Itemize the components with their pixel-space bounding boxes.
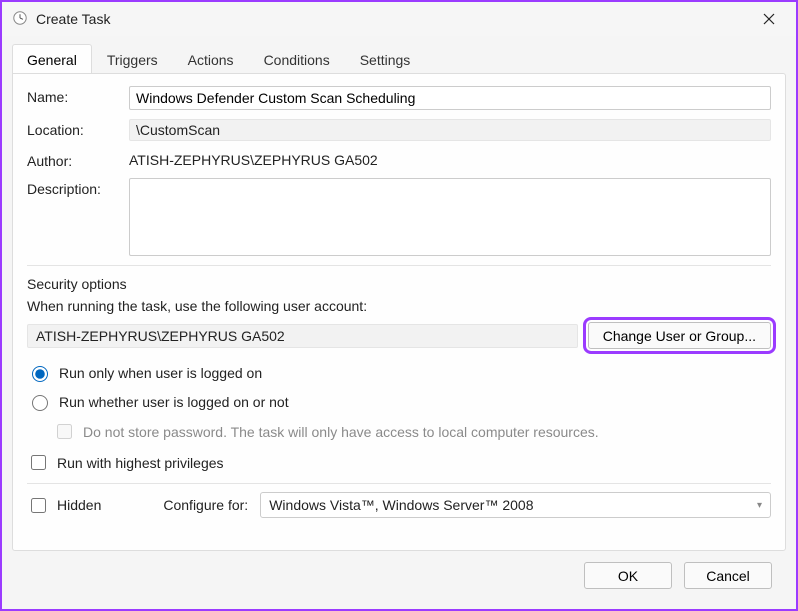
configure-for-dropdown[interactable]: Windows Vista™, Windows Server™ 2008 ▾ <box>260 492 771 518</box>
author-value: ATISH-ZEPHYRUS\ZEPHYRUS GA502 <box>129 150 771 168</box>
hidden-checkbox[interactable] <box>31 498 46 513</box>
hidden-row[interactable]: Hidden <box>27 495 101 516</box>
location-value: \CustomScan <box>129 119 771 141</box>
close-icon <box>763 13 775 25</box>
divider <box>27 265 771 266</box>
tab-conditions[interactable]: Conditions <box>249 44 345 74</box>
description-label: Description: <box>27 178 121 197</box>
tab-settings[interactable]: Settings <box>345 44 426 74</box>
highest-privileges-row[interactable]: Run with highest privileges <box>27 452 771 473</box>
security-options-title: Security options <box>27 276 771 292</box>
location-label: Location: <box>27 119 121 138</box>
account-value: ATISH-ZEPHYRUS\ZEPHYRUS GA502 <box>27 324 578 348</box>
run-logged-on-row[interactable]: Run only when user is logged on <box>27 363 771 382</box>
run-whether-label: Run whether user is logged on or not <box>59 394 289 410</box>
dialog-buttons: OK Cancel <box>12 552 786 599</box>
no-store-password-row: Do not store password. The task will onl… <box>53 421 771 442</box>
no-store-password-label: Do not store password. The task will onl… <box>83 424 599 440</box>
general-panel: Name: Location: \CustomScan Author: ATIS… <box>12 73 786 551</box>
highest-privileges-checkbox[interactable] <box>31 455 46 470</box>
bottom-row: Hidden Configure for: Windows Vista™, Wi… <box>27 483 771 518</box>
description-input[interactable] <box>129 178 771 256</box>
author-label: Author: <box>27 150 121 169</box>
run-logged-on-radio[interactable] <box>32 366 48 382</box>
cancel-button[interactable]: Cancel <box>684 562 772 589</box>
run-logged-on-label: Run only when user is logged on <box>59 365 262 381</box>
run-whether-radio[interactable] <box>32 395 48 411</box>
window-title: Create Task <box>36 11 110 27</box>
tab-general[interactable]: General <box>12 44 92 74</box>
clock-icon <box>12 10 28 29</box>
hidden-label: Hidden <box>57 497 101 513</box>
create-task-dialog: Create Task General Triggers Actions Con… <box>2 2 796 609</box>
tab-triggers[interactable]: Triggers <box>92 44 173 74</box>
chevron-down-icon: ▾ <box>757 500 762 511</box>
ok-button[interactable]: OK <box>584 562 672 589</box>
tab-actions[interactable]: Actions <box>173 44 249 74</box>
name-label: Name: <box>27 86 121 105</box>
close-button[interactable] <box>752 6 786 32</box>
configure-for-label: Configure for: <box>163 497 248 513</box>
account-label: When running the task, use the following… <box>27 298 771 314</box>
content-area: General Triggers Actions Conditions Sett… <box>2 36 796 609</box>
configure-for-value: Windows Vista™, Windows Server™ 2008 <box>269 497 533 513</box>
change-user-button[interactable]: Change User or Group... <box>588 322 771 349</box>
titlebar: Create Task <box>2 2 796 36</box>
run-whether-row[interactable]: Run whether user is logged on or not <box>27 392 771 411</box>
highest-privileges-label: Run with highest privileges <box>57 455 224 471</box>
no-store-password-checkbox <box>57 424 72 439</box>
name-input[interactable] <box>129 86 771 110</box>
tab-strip: General Triggers Actions Conditions Sett… <box>12 44 786 74</box>
